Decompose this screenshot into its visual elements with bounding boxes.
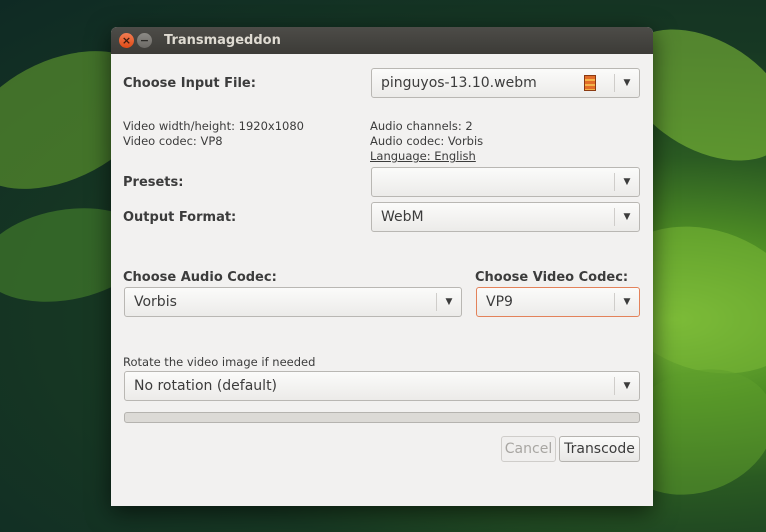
audio-codec-text: Audio codec: Vorbis	[370, 134, 484, 148]
input-file-chooser[interactable]: pinguyos-13.10.webm ▼	[371, 68, 640, 98]
rotate-label: Rotate the video image if needed	[123, 355, 316, 369]
language-link[interactable]: Language: English	[370, 149, 483, 164]
presets-dropdown[interactable]: ▼	[371, 167, 640, 197]
transmageddon-window: × − Transmageddon Choose Input File: pin…	[111, 27, 653, 506]
rotation-dropdown[interactable]: No rotation (default) ▼	[124, 371, 640, 401]
output-format-label: Output Format:	[123, 210, 237, 225]
audio-codec-dropdown[interactable]: Vorbis ▼	[124, 287, 462, 317]
presets-label: Presets:	[123, 175, 184, 190]
film-icon	[584, 75, 596, 91]
audio-channels-text: Audio channels: 2	[370, 119, 473, 133]
video-size-text: Video width/height: 1920x1080	[123, 119, 304, 133]
minimize-window-button[interactable]: −	[137, 33, 152, 48]
audio-codec-value: Vorbis	[134, 294, 177, 310]
close-window-button[interactable]: ×	[119, 33, 134, 48]
video-codec-text: Video codec: VP8	[123, 134, 223, 148]
rotation-value: No rotation (default)	[134, 378, 278, 394]
video-codec-value: VP9	[486, 294, 513, 310]
transcode-progress-bar	[124, 412, 640, 423]
dropdown-arrow-icon: ▼	[623, 381, 631, 391]
audio-info: Audio channels: 2 Audio codec: Vorbis La…	[370, 119, 483, 164]
cancel-button[interactable]: Cancel	[501, 436, 556, 462]
video-info: Video width/height: 1920x1080 Video code…	[123, 119, 304, 149]
output-format-value: WebM	[381, 209, 424, 225]
title-bar[interactable]: × − Transmageddon	[111, 27, 653, 54]
dropdown-arrow-icon: ▼	[623, 177, 631, 187]
input-file-label: Choose Input File:	[123, 76, 256, 91]
dropdown-arrow-icon: ▼	[623, 212, 631, 222]
dropdown-arrow-icon: ▼	[445, 297, 453, 307]
window-title: Transmageddon	[164, 33, 281, 48]
video-codec-label: Choose Video Codec:	[475, 270, 629, 285]
output-format-dropdown[interactable]: WebM ▼	[371, 202, 640, 232]
input-file-name: pinguyos-13.10.webm	[381, 75, 537, 91]
video-codec-dropdown[interactable]: VP9 ▼	[476, 287, 640, 317]
audio-codec-label: Choose Audio Codec:	[123, 270, 277, 285]
dropdown-arrow-icon: ▼	[623, 78, 631, 88]
transcode-button[interactable]: Transcode	[559, 436, 640, 462]
dropdown-arrow-icon: ▼	[623, 297, 631, 307]
